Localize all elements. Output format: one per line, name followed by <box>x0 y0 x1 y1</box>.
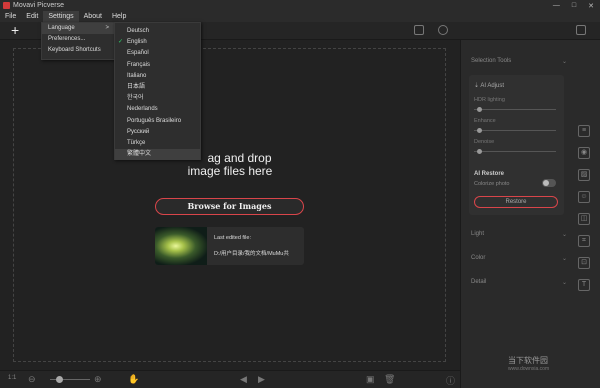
language-item[interactable]: Nederlands <box>115 104 200 115</box>
chevron-down-icon: ⌄ <box>561 280 567 286</box>
hand-tool-icon[interactable]: ✋ <box>128 374 139 385</box>
right-panel: Selection Tools ⌄ ⇣ AI Adjust HDR lighti… <box>460 40 600 388</box>
selection-tools-label: Selection Tools <box>471 58 512 64</box>
zoom-in-icon[interactable]: ⊕ <box>94 374 102 385</box>
language-submenu: Deutsch ✓ English Español Français Itali… <box>114 22 201 161</box>
tool-icon-column: ≡ ◉ ▨ ☺ ◫ ⌗ ⊡ T <box>576 125 596 301</box>
denoise-handle[interactable] <box>477 149 482 154</box>
detail-label: Detail <box>471 279 487 285</box>
language-item-label: English <box>127 39 147 46</box>
checkmark-icon: ✓ <box>118 39 124 46</box>
selection-tools-section[interactable]: Selection Tools ⌄ <box>471 58 571 65</box>
language-item[interactable]: 한국어 <box>115 93 200 104</box>
title-bar: Movavi Picverse — □ ✕ <box>0 0 600 11</box>
add-image-button[interactable]: + <box>11 23 19 37</box>
menu-edit[interactable]: Edit <box>21 11 43 22</box>
hdr-lighting-label: HDR lighting <box>474 97 505 103</box>
menu-help[interactable]: Help <box>107 11 131 22</box>
next-icon[interactable]: ▶ <box>258 374 265 385</box>
previous-icon[interactable]: ◀ <box>240 374 247 385</box>
language-item[interactable]: Français <box>115 60 200 71</box>
adjust-icon[interactable]: ≡ <box>578 125 590 137</box>
chevron-down-icon: ⌄ <box>561 256 567 262</box>
background-icon[interactable]: ▨ <box>578 169 590 181</box>
save-icon[interactable] <box>576 25 586 35</box>
app-logo-icon <box>3 2 10 9</box>
enhance-slider[interactable] <box>474 128 556 133</box>
menu-file[interactable]: File <box>0 11 21 22</box>
color-section[interactable]: Color ⌄ <box>471 255 571 262</box>
detail-section[interactable]: Detail ⌄ <box>471 279 571 286</box>
last-edited-card[interactable]: Last edited file: D:/用户目录/我的文档/MuMu共 <box>155 227 304 265</box>
menu-settings[interactable]: Settings <box>43 11 79 22</box>
text-icon[interactable]: T <box>578 279 590 291</box>
language-item[interactable]: Русский <box>115 127 200 138</box>
image-canvas: ag and drop image files here Browse for … <box>0 40 460 370</box>
window-controls: — □ ✕ <box>553 2 600 10</box>
light-label: Light <box>471 231 485 237</box>
ai-restore-label: AI Restore <box>474 171 505 177</box>
compare-icon[interactable] <box>414 25 424 35</box>
image-info-icon[interactable]: ▣ <box>366 374 375 385</box>
settings-dropdown: Language > Preferences... Keyboard Short… <box>41 22 115 60</box>
last-edited-label: Last edited file: <box>214 235 251 241</box>
colorize-toggle[interactable] <box>542 179 556 187</box>
chevron-down-icon: ⌄ <box>561 59 567 65</box>
menu-item-preferences[interactable]: Preferences... <box>42 34 114 45</box>
menu-bar: File Edit Settings About Help <box>0 11 600 22</box>
crop-icon[interactable]: ⌗ <box>578 235 590 247</box>
language-item[interactable]: Deutsch <box>115 26 200 37</box>
effects-icon[interactable]: ☺ <box>578 191 590 203</box>
minimize-icon[interactable]: — <box>553 2 560 10</box>
language-item-selected[interactable]: ✓ English <box>115 37 200 48</box>
erase-icon[interactable]: ◫ <box>578 213 590 225</box>
language-item[interactable]: 日本語 <box>115 82 200 93</box>
menu-item-keyboard-shortcuts[interactable]: Keyboard Shortcuts <box>42 45 114 56</box>
chevron-down-icon: ⌄ <box>561 232 567 238</box>
maximize-icon[interactable]: □ <box>572 2 576 10</box>
drop-hint-line2: image files here <box>187 164 273 178</box>
ai-adjust-header[interactable]: ⇣ AI Adjust <box>474 82 504 89</box>
browse-for-images-button[interactable]: Browse for Images <box>155 198 304 215</box>
menu-item-language[interactable]: Language > <box>42 23 114 34</box>
retouch-icon[interactable]: ◉ <box>578 147 590 159</box>
language-item[interactable]: Türkçe <box>115 138 200 149</box>
colorize-photo-label: Colorize photo <box>474 181 510 187</box>
preview-eye-icon[interactable] <box>438 25 448 35</box>
watermark: 当下软件园 www.downxia.com <box>508 355 549 372</box>
zoom-ratio[interactable]: 1:1 <box>8 375 16 381</box>
language-item[interactable]: Português Brasileiro <box>115 116 200 127</box>
language-item[interactable]: Español <box>115 48 200 59</box>
info-icon[interactable]: ⓘ <box>446 374 455 387</box>
ai-adjust-panel: ⇣ AI Adjust HDR lighting Enhance Denoise… <box>469 75 564 215</box>
zoom-out-icon[interactable]: ⊖ <box>28 374 36 385</box>
hdr-lighting-slider[interactable] <box>474 107 556 112</box>
language-item-hovered[interactable]: 繁體中文 <box>115 149 200 161</box>
enhance-handle[interactable] <box>477 128 482 133</box>
window-title: Movavi Picverse <box>13 2 64 9</box>
denoise-slider[interactable] <box>474 149 556 154</box>
menu-item-language-label: Language <box>48 25 75 31</box>
ai-adjust-label: AI Adjust <box>480 83 505 89</box>
watermark-title: 当下软件园 <box>508 356 548 365</box>
zoom-slider-handle[interactable] <box>56 376 63 383</box>
submenu-arrow-icon: > <box>105 25 109 31</box>
hdr-lighting-handle[interactable] <box>477 107 482 112</box>
language-item[interactable]: Italiano <box>115 71 200 82</box>
resize-icon[interactable]: ⊡ <box>578 257 590 269</box>
enhance-label: Enhance <box>474 118 496 124</box>
watermark-url: www.downxia.com <box>508 366 550 372</box>
restore-button[interactable]: Restore <box>474 196 558 208</box>
close-icon[interactable]: ✕ <box>588 2 594 10</box>
light-section[interactable]: Light ⌄ <box>471 231 571 238</box>
last-edited-path: D:/用户目录/我的文档/MuMu共 <box>214 251 289 257</box>
color-label: Color <box>471 255 486 261</box>
menu-about[interactable]: About <box>79 11 107 22</box>
denoise-label: Denoise <box>474 139 495 145</box>
delete-icon[interactable]: 🗑 <box>384 374 395 385</box>
status-bar: 1:1 ⊖ ⊕ ✋ ◀ ▶ ▣ 🗑 ⓘ <box>0 370 460 388</box>
last-edited-thumbnail <box>155 227 207 265</box>
